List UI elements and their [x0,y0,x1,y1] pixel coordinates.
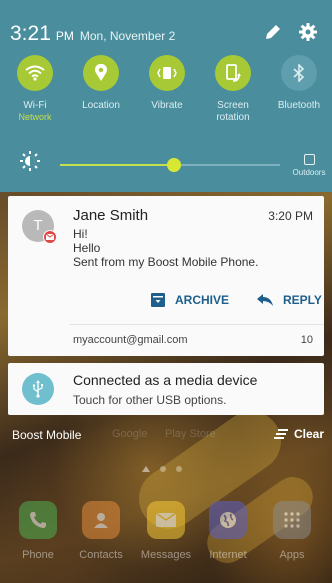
quick-toggles: Wi-Fi Network Location Vibrate Screen ro… [0,55,332,135]
google-widget-label: Google [112,428,148,440]
brightness-icon [20,151,40,171]
pencil-icon[interactable] [262,22,284,44]
outdoors-toggle[interactable]: Outdoors [292,154,326,177]
toggle-wifi-label: Wi-Fi [23,100,47,111]
toggle-vibrate[interactable]: Vibrate [134,55,200,112]
apps-grid-icon [273,501,311,539]
dock-label-contacts: Contacts [79,549,123,561]
usb-title: Connected as a media device [73,372,258,388]
gear-icon[interactable] [297,22,319,44]
email-body-line-1: Hello [73,241,101,255]
play-store-widget-label: Play Store [165,428,216,440]
screen-rotation-icon [215,55,251,91]
brightness-slider-thumb[interactable] [167,158,182,172]
internet-icon [209,501,247,539]
page-indicator [142,466,182,472]
clock-ampm: PM [55,29,74,43]
dock-app-messages[interactable]: Messages [136,501,196,561]
status-row: 3:21 PM Mon, November 2 [10,22,175,46]
unread-count: 10 [300,334,313,346]
date: Mon, November 2 [79,29,176,43]
page-dot[interactable] [176,466,182,472]
email-badge-icon [43,230,57,244]
dock-label-phone: Phone [22,549,54,561]
dock-label-apps: Apps [279,549,305,561]
page-dot[interactable] [160,466,166,472]
dock-app-phone[interactable]: Phone [8,501,68,561]
archive-icon [151,293,165,307]
location-pin-icon [83,55,119,91]
clock: 3:21 [10,22,51,45]
phone-icon [19,501,57,539]
clear-all-icon [273,429,288,439]
contacts-icon [82,501,120,539]
usb-subtitle: Touch for other USB options. [73,393,227,407]
toggle-location[interactable]: Location [68,55,134,112]
reply-icon [257,294,273,306]
toggle-bluetooth[interactable]: Bluetooth [266,55,332,112]
toggle-screen-rotation-sublabel: rotation [216,112,250,123]
notification-time: 3:20 PM [268,209,313,223]
usb-icon [22,373,54,405]
reply-label: REPLY [283,293,322,307]
toggle-wifi-sublabel: Network [18,112,52,122]
brightness-slider[interactable] [60,158,280,172]
toggle-wifi[interactable]: Wi-Fi Network [2,55,68,123]
email-notification[interactable]: T Jane Smith 3:20 PM Hi! Hello Sent from… [8,196,324,356]
messages-icon [147,501,185,539]
dock-label-internet: Internet [209,549,247,561]
clear-label: Clear [293,427,324,441]
bluetooth-icon [281,55,317,91]
vibrate-icon [149,55,185,91]
toggle-screen-rotation-label: Screen [217,100,249,111]
toggle-vibrate-label: Vibrate [151,100,183,111]
brightness-slider-fill [60,164,175,166]
outdoors-checkbox[interactable] [303,154,315,165]
home-page-indicator-icon[interactable] [142,466,150,472]
dock-app-apps[interactable]: Apps [262,501,322,561]
outdoors-label: Outdoors [292,168,326,177]
reply-button[interactable]: REPLY [257,293,322,307]
archive-button[interactable]: ARCHIVE [151,293,229,307]
email-subject: Hi! [73,227,88,241]
toggle-screen-rotation[interactable]: Screen rotation [200,55,266,124]
email-account: myaccount@gmail.com [73,334,188,346]
quick-panel: 3:21 PM Mon, November 2 Wi-Fi Network Lo… [0,0,332,192]
toggle-bluetooth-label: Bluetooth [277,100,321,111]
toggle-location-label: Location [82,100,120,111]
dock-app-contacts[interactable]: Contacts [71,501,131,561]
archive-label: ARCHIVE [175,293,230,307]
notification-actions: ARCHIVE REPLY [8,293,324,313]
carrier-label: Boost Mobile [12,428,82,442]
brightness-row: Outdoors [0,148,332,180]
clear-button[interactable]: Clear [273,427,324,441]
card-divider [70,324,324,325]
wifi-icon [17,55,53,91]
email-body-line-2: Sent from my Boost Mobile Phone. [73,255,259,269]
usb-notification[interactable]: Connected as a media device Touch for ot… [8,363,324,415]
sender-name: Jane Smith [73,207,149,224]
dock-app-internet[interactable]: Internet [198,501,258,561]
dock-label-messages: Messages [140,549,192,561]
